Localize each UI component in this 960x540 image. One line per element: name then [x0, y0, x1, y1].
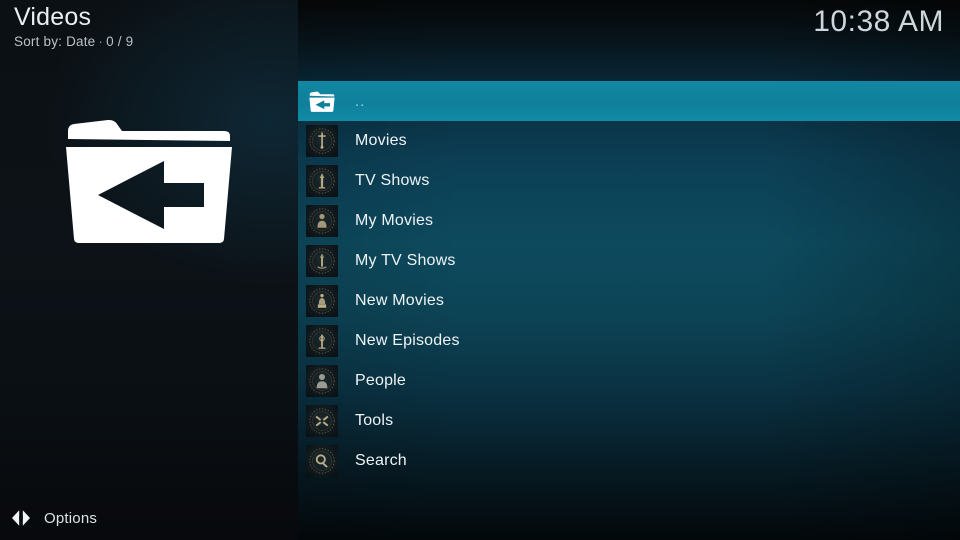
list-item[interactable]: Search — [298, 441, 960, 481]
artwork-icon — [306, 165, 338, 197]
file-list[interactable]: .. Movies TV Shows My Movies My TV Shows… — [298, 81, 960, 481]
list-item-label: New Episodes — [355, 332, 460, 349]
item-counter: 0 / 9 — [106, 34, 134, 49]
list-item[interactable]: New Movies — [298, 281, 960, 321]
artwork-icon — [306, 445, 338, 477]
list-item-label: My Movies — [355, 212, 434, 229]
list-item[interactable]: .. — [298, 81, 960, 121]
info-panel: Videos Sort by: Date · 0 / 9 Options — [0, 0, 298, 540]
list-item-label: Movies — [355, 132, 407, 149]
artwork-icon — [306, 365, 338, 397]
artwork-icon — [306, 325, 338, 357]
list-item[interactable]: Tools — [298, 401, 960, 441]
subtitle-separator: · — [98, 34, 104, 49]
list-item-label: Search — [355, 452, 407, 469]
options-arrows-icon — [10, 507, 32, 529]
page-subtitle: Sort by: Date · 0 / 9 — [14, 34, 294, 50]
list-item[interactable]: New Episodes — [298, 321, 960, 361]
thumbnail-preview — [0, 108, 298, 248]
options-bar[interactable]: Options — [0, 496, 298, 540]
list-item[interactable]: Movies — [298, 121, 960, 161]
list-item-label: People — [355, 372, 407, 389]
artwork-icon — [306, 405, 338, 437]
options-label: Options — [44, 509, 98, 527]
list-item[interactable]: My TV Shows — [298, 241, 960, 281]
content-panel: 10:38 AM .. Movies TV Shows My Movies My… — [298, 0, 960, 540]
list-item-label: Tools — [355, 412, 394, 429]
sort-label[interactable]: Sort by: Date — [14, 34, 95, 49]
folder-up-icon — [66, 119, 232, 243]
list-item-label: New Movies — [355, 292, 445, 309]
list-item[interactable]: TV Shows — [298, 161, 960, 201]
list-item[interactable]: My Movies — [298, 201, 960, 241]
clock: 10:38 AM — [813, 5, 944, 38]
list-item-label: My TV Shows — [355, 252, 456, 269]
artwork-icon — [306, 285, 338, 317]
kodi-videos-screen: Videos Sort by: Date · 0 / 9 Options 10:… — [0, 0, 960, 540]
list-item-label: TV Shows — [355, 172, 430, 189]
list-item-label: .. — [355, 92, 366, 110]
artwork-icon — [306, 205, 338, 237]
header-block: Videos Sort by: Date · 0 / 9 — [14, 2, 294, 50]
folder-up-icon — [306, 85, 338, 117]
page-title: Videos — [14, 3, 92, 31]
list-item[interactable]: People — [298, 361, 960, 401]
artwork-icon — [306, 125, 338, 157]
artwork-icon — [306, 245, 338, 277]
